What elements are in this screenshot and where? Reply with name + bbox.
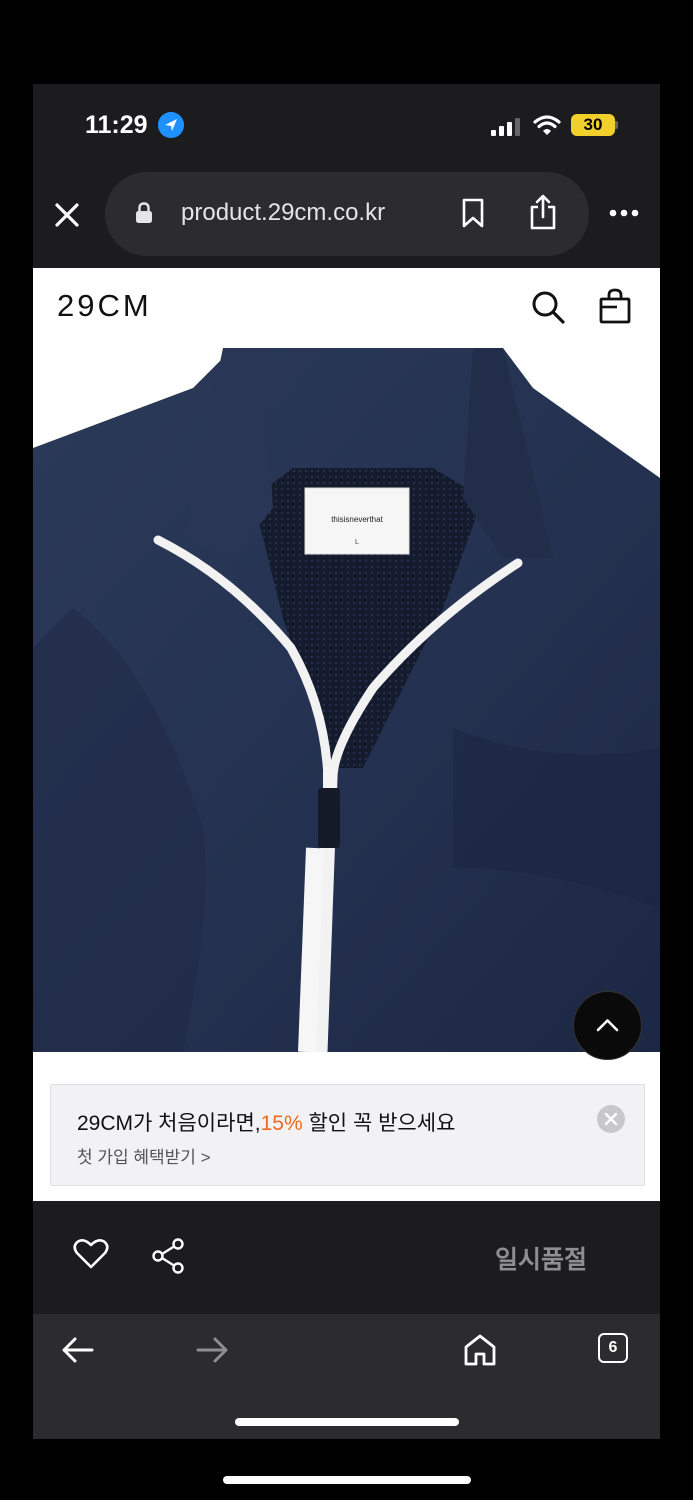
battery-icon: 30 bbox=[571, 114, 615, 136]
search-icon[interactable] bbox=[531, 290, 565, 324]
banner-title-pre: 29CM가 처음이라면, bbox=[77, 1112, 261, 1135]
close-icon[interactable] bbox=[53, 201, 81, 229]
label-size-text: L bbox=[355, 539, 359, 546]
wifi-icon bbox=[533, 115, 561, 135]
banner-close-button[interactable] bbox=[597, 1105, 625, 1133]
battery-nub bbox=[615, 121, 618, 129]
shopping-bag-icon[interactable] bbox=[599, 288, 631, 324]
heart-icon[interactable] bbox=[73, 1238, 109, 1270]
tabs-icon[interactable]: 6 bbox=[598, 1333, 628, 1363]
scroll-top-button[interactable] bbox=[573, 991, 642, 1060]
banner-title-post: 할인 꼭 받으세요 bbox=[302, 1112, 456, 1135]
more-icon[interactable] bbox=[609, 209, 639, 217]
signal-icon bbox=[491, 118, 520, 136]
url-text[interactable]: product.29cm.co.kr bbox=[181, 199, 385, 227]
home-indicator[interactable] bbox=[235, 1418, 459, 1426]
bookmark-icon[interactable] bbox=[461, 198, 485, 228]
label-brand-text: thisisneverthat bbox=[331, 515, 383, 524]
close-icon bbox=[604, 1112, 618, 1126]
chevron-up-icon bbox=[596, 1019, 619, 1032]
forward-icon[interactable] bbox=[195, 1336, 229, 1364]
share-node-icon[interactable] bbox=[151, 1238, 185, 1274]
banner-signup-link[interactable]: 첫 가입 혜택받기 > bbox=[77, 1143, 211, 1168]
signup-banner[interactable]: 29CM가 처음이라면,15% 할인 꼭 받으세요 첫 가입 혜택받기 > bbox=[50, 1084, 645, 1186]
web-page: 29CM thisisneverthat L 29CM가 처음이라면,15% 할… bbox=[33, 268, 660, 1201]
lock-icon bbox=[136, 202, 152, 223]
banner-discount: 15% bbox=[260, 1112, 303, 1135]
site-logo[interactable]: 29CM bbox=[57, 288, 152, 324]
home-icon[interactable] bbox=[463, 1333, 497, 1367]
location-icon bbox=[158, 112, 184, 138]
status-bar: 11:29 30 bbox=[33, 84, 660, 168]
product-image: thisisneverthat L bbox=[33, 348, 660, 1052]
outer-home-indicator bbox=[223, 1476, 471, 1484]
share-icon[interactable] bbox=[529, 194, 557, 230]
banner-title: 29CM가 처음이라면,15% 할인 꼭 받으세요 bbox=[77, 1107, 455, 1137]
back-icon[interactable] bbox=[61, 1336, 95, 1364]
sold-out-label: 일시품절 bbox=[495, 1246, 588, 1274]
status-time: 11:29 bbox=[85, 111, 148, 139]
phone-screen: 11:29 30 product.29cm.co.kr 29CM thisisn… bbox=[33, 84, 660, 1439]
